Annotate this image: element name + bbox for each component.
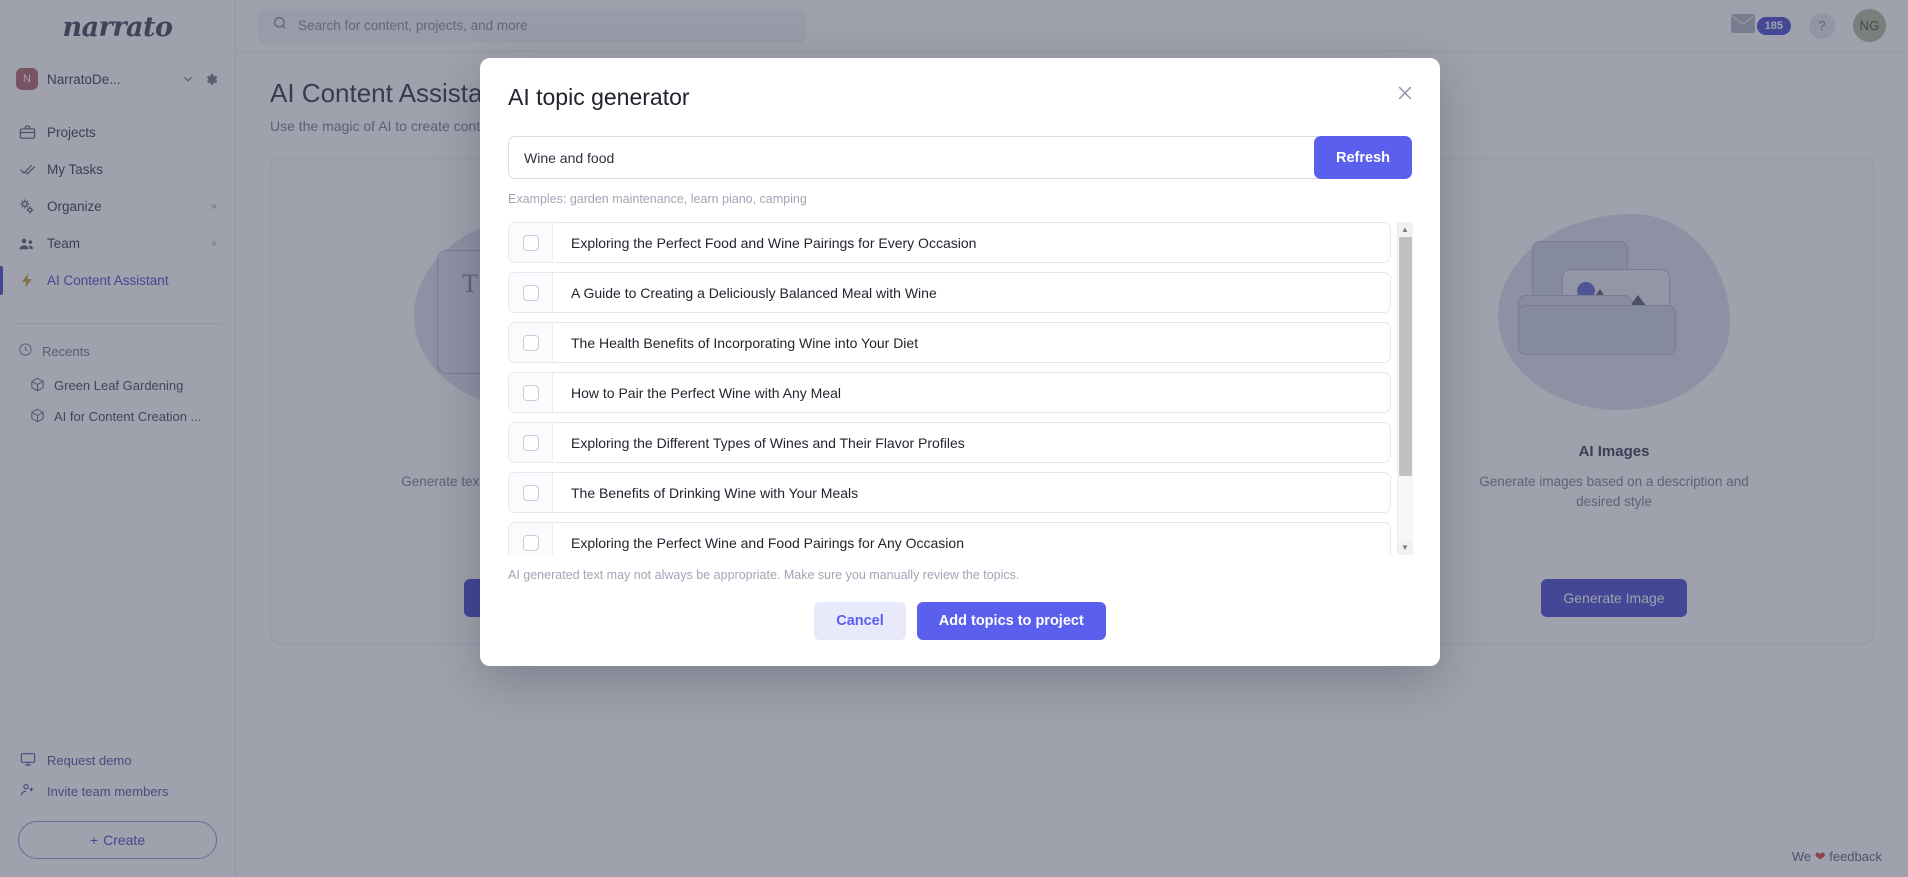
close-icon[interactable] — [1390, 78, 1420, 108]
checkbox-icon[interactable] — [522, 434, 539, 451]
checkbox-icon[interactable] — [522, 384, 539, 401]
examples-hint: Examples: garden maintenance, learn pian… — [508, 192, 807, 206]
topic-row[interactable]: How to Pair the Perfect Wine with Any Me… — [508, 372, 1391, 413]
topic-label: Exploring the Different Types of Wines a… — [571, 434, 965, 451]
scroll-down-arrow-icon[interactable]: ▼ — [1397, 540, 1413, 555]
topic-checkbox-cell[interactable] — [509, 473, 553, 512]
topic-label: The Health Benefits of Incorporating Win… — [571, 334, 919, 351]
topic-checkbox-cell[interactable] — [509, 423, 553, 462]
topic-row[interactable]: Exploring the Different Types of Wines a… — [508, 422, 1391, 463]
topic-checkbox-cell[interactable] — [509, 223, 553, 262]
topic-row[interactable]: Exploring the Perfect Wine and Food Pair… — [508, 522, 1391, 555]
topic-label: How to Pair the Perfect Wine with Any Me… — [571, 384, 841, 401]
scrollbar-thumb[interactable] — [1398, 237, 1412, 477]
topic-keyword-input[interactable] — [508, 136, 1318, 179]
topics-scrollbar[interactable]: ▲ ▼ — [1397, 222, 1413, 555]
topic-label: Exploring the Perfect Wine and Food Pair… — [571, 534, 964, 551]
ai-disclaimer: AI generated text may not always be appr… — [508, 568, 1020, 582]
topic-checkbox-cell[interactable] — [509, 523, 553, 555]
topics-list: Exploring the Perfect Food and Wine Pair… — [508, 222, 1397, 555]
topic-input-row: Refresh — [508, 136, 1412, 179]
add-topics-to-project-button[interactable]: Add topics to project — [916, 602, 1106, 640]
topics-list-container: Exploring the Perfect Food and Wine Pair… — [508, 222, 1413, 555]
topic-row[interactable]: The Benefits of Drinking Wine with Your … — [508, 472, 1391, 513]
topic-label: A Guide to Creating a Deliciously Balanc… — [571, 284, 937, 301]
topic-row[interactable]: The Health Benefits of Incorporating Win… — [508, 322, 1391, 363]
ai-topic-generator-dialog: AI topic generator Refresh Examples: gar… — [480, 58, 1440, 666]
topic-checkbox-cell[interactable] — [509, 373, 553, 412]
checkbox-icon[interactable] — [522, 234, 539, 251]
topic-checkbox-cell[interactable] — [509, 323, 553, 362]
checkbox-icon[interactable] — [522, 284, 539, 301]
dialog-actions: Cancel Add topics to project — [508, 582, 1412, 666]
cancel-button[interactable]: Cancel — [814, 602, 906, 640]
topic-label: The Benefits of Drinking Wine with Your … — [571, 484, 859, 501]
topic-row[interactable]: A Guide to Creating a Deliciously Balanc… — [508, 272, 1391, 313]
topic-checkbox-cell[interactable] — [509, 273, 553, 312]
checkbox-icon[interactable] — [522, 334, 539, 351]
checkbox-icon[interactable] — [522, 534, 539, 551]
scroll-up-arrow-icon[interactable]: ▲ — [1397, 222, 1413, 237]
topic-row[interactable]: Exploring the Perfect Food and Wine Pair… — [508, 222, 1391, 263]
topic-label: Exploring the Perfect Food and Wine Pair… — [571, 234, 977, 251]
dialog-title: AI topic generator — [508, 84, 690, 110]
checkbox-icon[interactable] — [522, 484, 539, 501]
scrollbar-track[interactable] — [1397, 237, 1413, 540]
refresh-button[interactable]: Refresh — [1314, 136, 1412, 179]
